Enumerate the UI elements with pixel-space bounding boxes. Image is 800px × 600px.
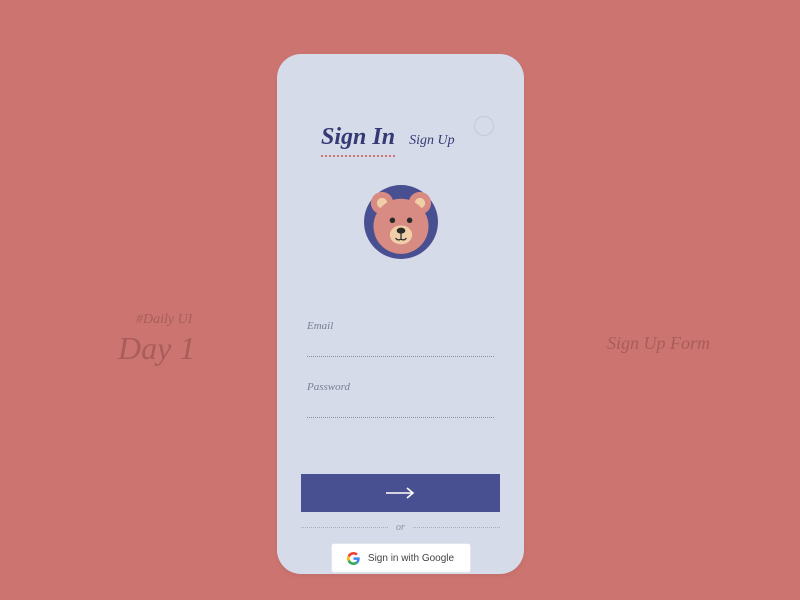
phone-frame: Sign In Sign Up Ema [277, 54, 524, 574]
email-field-group: Email [307, 320, 494, 357]
left-caption: #Daily UI Day 1 [118, 312, 195, 367]
password-input[interactable] [307, 397, 494, 418]
divider-line-right [413, 527, 500, 528]
password-field-group: Password [307, 381, 494, 418]
bear-avatar-icon [358, 179, 444, 270]
or-divider: or [301, 522, 500, 533]
hashtag-text: #Daily UI [136, 312, 195, 328]
auth-tabs: Sign In Sign Up [321, 124, 500, 157]
google-sign-in-button[interactable]: Sign in with Google [331, 543, 471, 573]
email-label: Email [307, 320, 494, 332]
right-caption: Sign Up Form [607, 333, 710, 354]
avatar-container [301, 179, 500, 270]
or-text: or [396, 522, 405, 533]
google-icon [347, 552, 360, 565]
password-label: Password [307, 381, 494, 393]
tab-sign-up[interactable]: Sign Up [409, 133, 455, 149]
camera-cutout [474, 116, 494, 136]
email-input[interactable] [307, 336, 494, 357]
divider-line-left [301, 527, 388, 528]
submit-button[interactable] [301, 474, 500, 512]
arrow-right-icon [384, 486, 418, 500]
day-text: Day 1 [118, 330, 195, 367]
google-button-label: Sign in with Google [368, 553, 454, 564]
tab-sign-in[interactable]: Sign In [321, 124, 395, 157]
